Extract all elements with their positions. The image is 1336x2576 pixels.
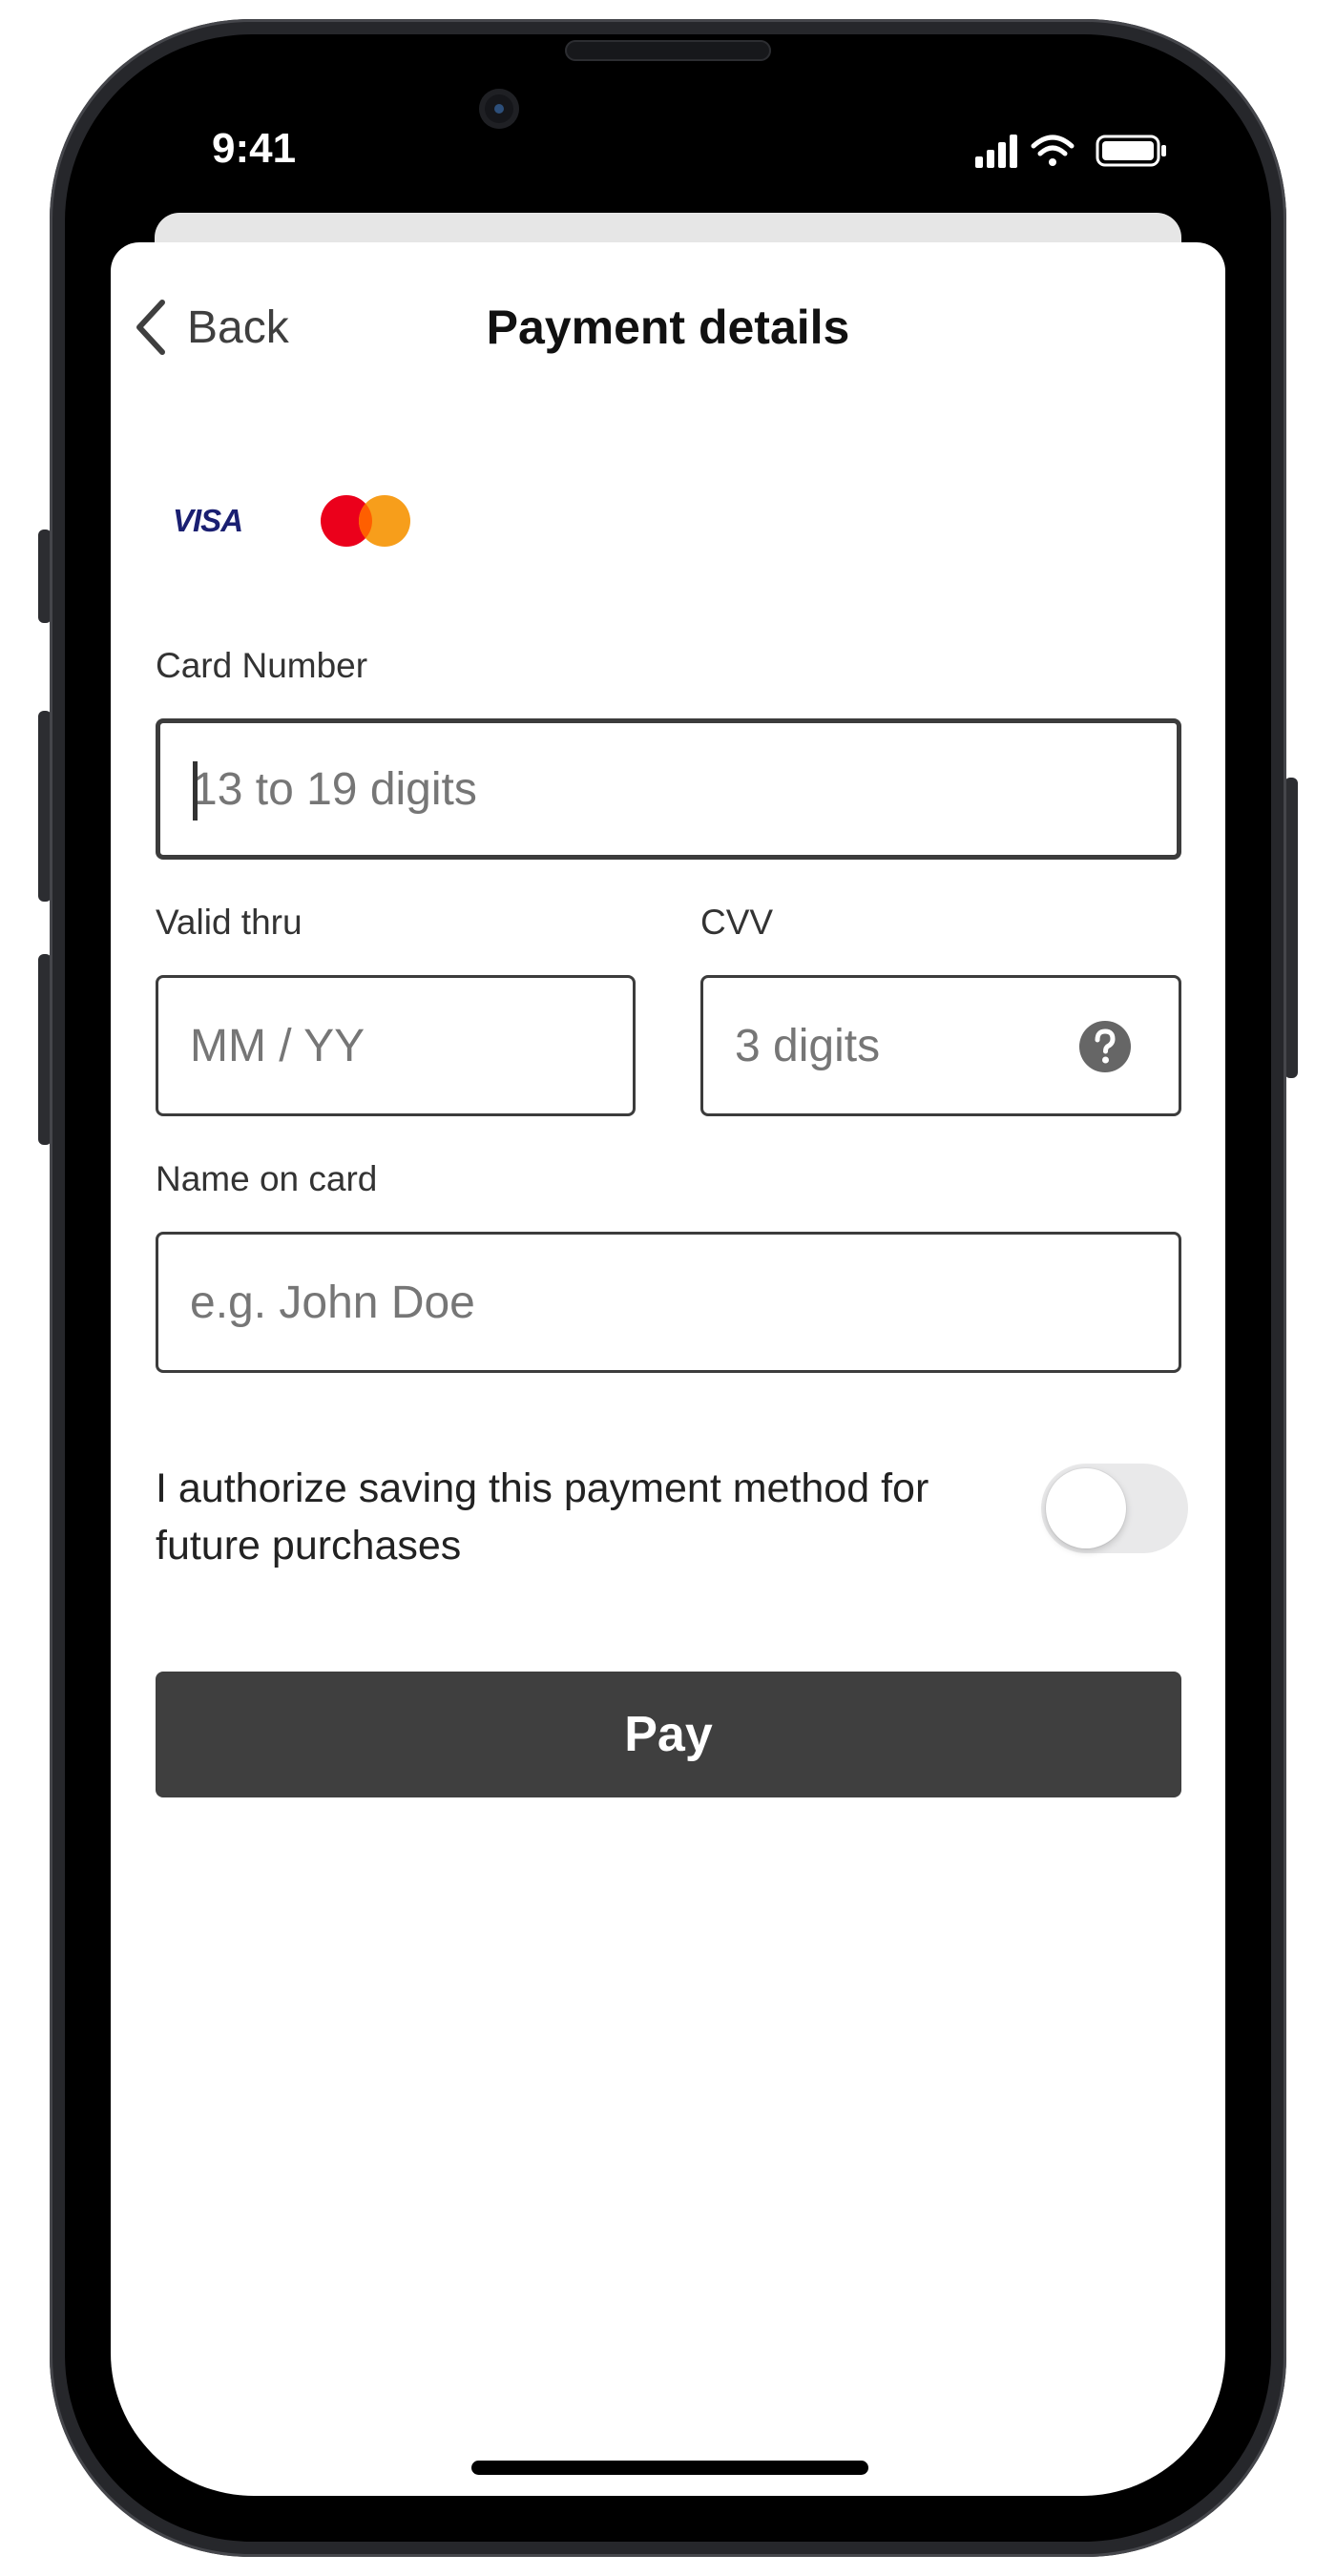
status-icons: [975, 132, 1176, 170]
save-payment-consent-text: I authorize saving this payment method f…: [156, 1465, 929, 1568]
earpiece-speaker: [565, 40, 771, 61]
mastercard-logo: [321, 495, 410, 547]
chevron-left-icon: [136, 300, 165, 355]
card-number-input[interactable]: [160, 723, 1177, 855]
name-on-card-label: Name on card: [156, 1159, 378, 1198]
cvv-field[interactable]: [700, 975, 1181, 1116]
help-icon[interactable]: [1079, 1021, 1131, 1072]
camera-lens: [494, 104, 504, 114]
wifi-icon: [1031, 135, 1075, 166]
payment-sheet: Back Payment details VISA Card Number Va…: [111, 242, 1225, 2496]
card-number-field[interactable]: [156, 718, 1181, 860]
visa-logo: VISA: [173, 503, 243, 538]
card-number-label: Card Number: [156, 646, 368, 685]
save-payment-toggle[interactable]: [1041, 1464, 1188, 1553]
valid-thru-input[interactable]: [158, 978, 633, 1113]
cvv-label: CVV: [700, 903, 774, 942]
battery-icon: [1096, 135, 1166, 167]
valid-thru-label: Valid thru: [156, 903, 303, 942]
signal-icon: [975, 135, 1017, 168]
pay-button[interactable]: Pay: [156, 1672, 1181, 1797]
toggle-knob: [1046, 1468, 1126, 1548]
power-button: [1284, 778, 1298, 1078]
status-time: 9:41: [212, 125, 297, 172]
name-on-card-input[interactable]: [158, 1235, 1179, 1370]
name-on-card-field[interactable]: [156, 1232, 1181, 1373]
valid-thru-field[interactable]: [156, 975, 636, 1116]
text-caret: [193, 761, 198, 821]
home-indicator: [471, 2461, 868, 2475]
page-title: Payment details: [486, 301, 850, 354]
back-label: Back: [187, 301, 289, 353]
back-button[interactable]: Back: [132, 290, 323, 364]
